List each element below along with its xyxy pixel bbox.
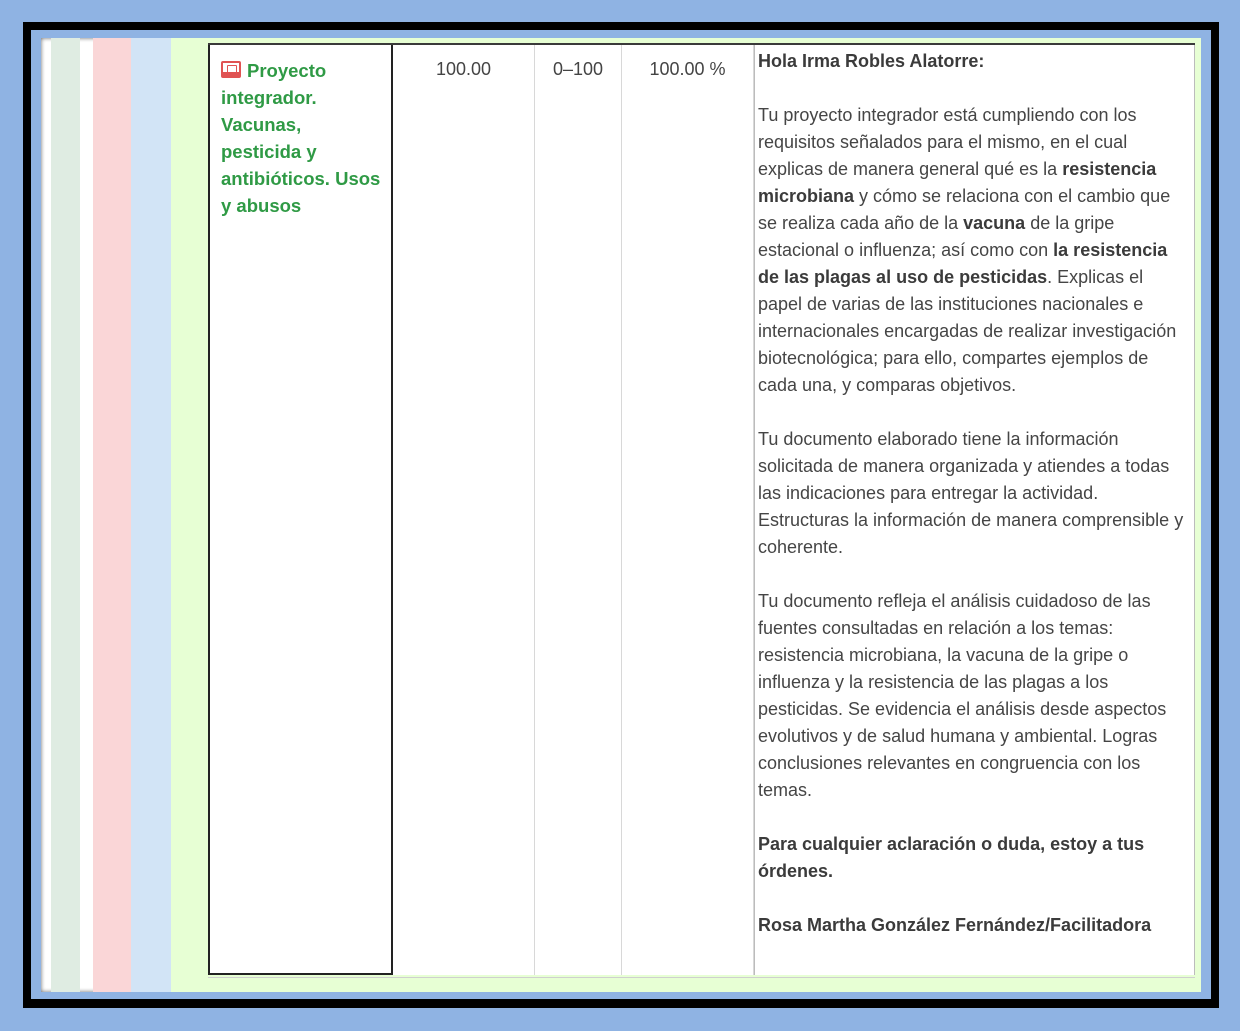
table-bottom-border: [208, 977, 1195, 983]
grade-item-title[interactable]: Proyecto integrador. Vacunas, pesticida …: [221, 60, 380, 216]
level-indent-stripe: [131, 38, 171, 992]
range-cell: 0–100: [535, 45, 622, 975]
assignment-icon: [221, 61, 241, 78]
feedback-signature: Rosa Martha González Fernández/Facilitad…: [758, 915, 1152, 935]
feedback-paragraph-1: Tu proyecto integrador está cumpliendo c…: [758, 105, 1177, 395]
feedback-closing: Para cualquier aclaración o duda, estoy …: [758, 834, 1145, 881]
feedback-paragraph-2: Tu documento elaborado tiene la informac…: [758, 429, 1184, 557]
grade-item-name-cell: Proyecto integrador. Vacunas, pesticida …: [208, 45, 393, 975]
range-value: 0–100: [552, 59, 604, 79]
grade-value: 100.00: [435, 59, 492, 79]
feedback-paragraph-3: Tu documento refleja el análisis cuidado…: [758, 591, 1167, 800]
percentage-cell: 100.00 %: [622, 45, 754, 975]
feedback-greeting: Hola Irma Robles Alatorre:: [758, 51, 985, 71]
feedback-cell: Hola Irma Robles Alatorre: Tu proyecto i…: [754, 45, 1195, 975]
grade-item-link[interactable]: Proyecto integrador. Vacunas, pesticida …: [221, 57, 383, 219]
percentage-value: 100.00 %: [649, 59, 726, 79]
level-indent-stripe: [93, 38, 131, 992]
level-indent-stripe: [51, 38, 80, 992]
grade-item-row: Proyecto integrador. Vacunas, pesticida …: [208, 43, 1195, 983]
grade-cell: 100.00: [393, 45, 535, 975]
grade-report-viewport: Proyecto integrador. Vacunas, pesticida …: [41, 38, 1201, 992]
